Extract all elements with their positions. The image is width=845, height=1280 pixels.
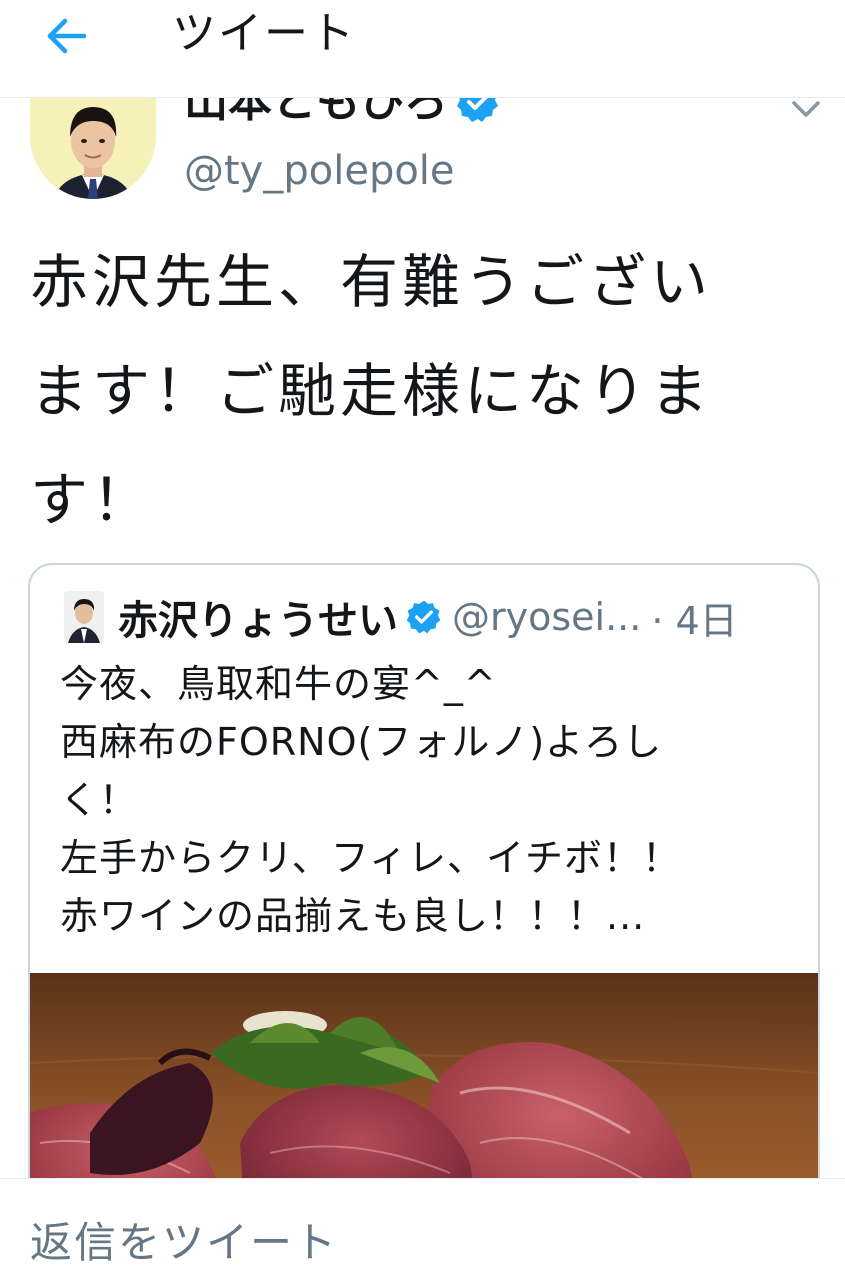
tweet-author-row: 山本ともひろ @ty_polepole <box>0 97 845 212</box>
quoted-text-line: 赤ワインの品揃えも良し！！！... <box>60 894 646 938</box>
quoted-text-line: く！ <box>60 778 139 822</box>
author-display-name: 山本ともひろ <box>184 97 448 127</box>
quoted-author-handle: @ryosei... <box>452 595 642 639</box>
quoted-author-name: 赤沢りょうせい <box>118 598 398 644</box>
page-title: ツイート <box>172 8 356 59</box>
quoted-tweet-header: 赤沢りょうせい @ryosei... · 4日 <box>64 589 738 645</box>
top-app-bar: ツイート <box>0 0 845 98</box>
quoted-text-line: 西麻布のFORNO(フォルノ)よろし <box>60 720 663 764</box>
tweet-detail-page: ツイート 山本ともひろ @ty_polepole 赤沢先生、有難うござい ます！… <box>0 0 845 1280</box>
quoted-tweet-time: · 4日 <box>651 598 738 643</box>
reply-input[interactable]: 返信をツイート <box>30 1215 338 1271</box>
arrow-left-icon <box>47 18 87 54</box>
quoted-author-avatar <box>64 591 104 643</box>
quoted-tweet-text: 今夜、鳥取和牛の宴^_^ 西麻布のFORNO(フォルノ)よろし く！ 左手からク… <box>60 655 800 945</box>
tweet-text-line: す！ <box>30 466 155 534</box>
tweet-text-line: ます！ご馳走様になりま <box>30 357 713 425</box>
reply-bar: 返信をツイート <box>0 1178 845 1280</box>
quoted-text-line: 今夜、鳥取和牛の宴^_^ <box>60 662 497 706</box>
back-button[interactable] <box>40 10 92 62</box>
verified-badge-icon <box>406 600 441 634</box>
tweet-text: 赤沢先生、有難うござい ます！ご馳走様になりま す！ <box>30 228 810 555</box>
verified-badge-icon <box>457 97 498 122</box>
chevron-down-icon[interactable] <box>790 97 822 121</box>
quoted-tweet-card[interactable]: 赤沢りょうせい @ryosei... · 4日 今夜、鳥取和牛の宴^_^ 西麻布… <box>28 563 820 1227</box>
author-name-wrap[interactable]: 山本ともひろ <box>184 97 500 127</box>
tweet-text-line: 赤沢先生、有難うござい <box>30 248 713 316</box>
author-avatar[interactable] <box>30 97 156 199</box>
quoted-text-line: 左手からクリ、フィレ、イチボ！！ <box>60 836 681 880</box>
author-handle[interactable]: @ty_polepole <box>184 147 455 195</box>
